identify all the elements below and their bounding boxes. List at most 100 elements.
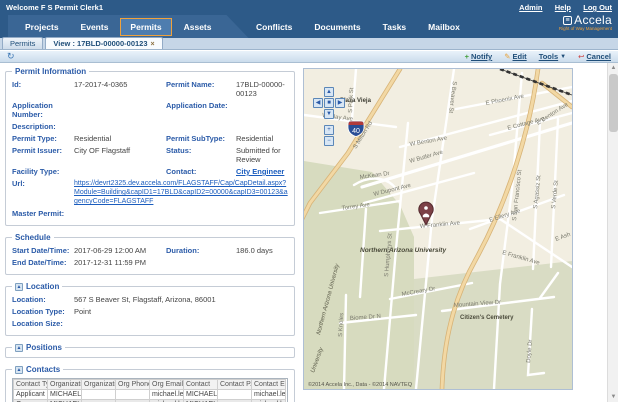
pan-left-icon[interactable]: ◀ — [313, 98, 323, 108]
contact-link[interactable]: City Engineer — [236, 167, 288, 176]
top-bar: Welcome F S Permit Clerk1 Admin Help Log… — [0, 0, 618, 15]
description-label: Description: — [12, 122, 70, 131]
refresh-icon[interactable]: ↻ — [7, 51, 15, 61]
zoom-in-icon[interactable]: + — [324, 125, 334, 135]
accela-logo-text: Accela — [574, 13, 612, 27]
column-header[interactable]: Contact — [184, 380, 218, 390]
column-header[interactable]: Contact Ty... — [14, 380, 48, 390]
cell — [116, 390, 150, 400]
nav-tab-documents[interactable]: Documents — [305, 19, 369, 35]
edit-label: Edit — [513, 52, 527, 61]
zoom-out-icon[interactable]: − — [324, 136, 334, 146]
facility-type-label: Facility Type: — [12, 167, 70, 176]
end-datetime-label: End Date/Time: — [12, 258, 70, 267]
cell: michael.le... — [252, 390, 286, 400]
location-title: Location — [26, 282, 59, 291]
schedule-title: Schedule — [15, 233, 51, 242]
application-number-label: Application Number: — [12, 101, 70, 119]
permit-issuer-value: City OF Flagstaff — [74, 146, 162, 155]
status-label: Status: — [166, 146, 232, 155]
record-toolbar: ↻ + Notify ✎ Edit Tools ▼ ↩ Cancel — [0, 51, 618, 63]
permit-issuer-label: Permit Issuer: — [12, 146, 70, 155]
nav-tab-assets[interactable]: Assets — [175, 19, 221, 35]
collapse-icon[interactable]: ▲ — [15, 283, 23, 291]
edit-button[interactable]: ✎ Edit — [504, 52, 526, 61]
scrollbar-up-icon[interactable]: ▲ — [608, 63, 618, 73]
contact-label: Contact: — [166, 167, 232, 176]
map-pan-control: ▲ ◀ ■ ▶ ▼ — [313, 87, 345, 119]
column-header[interactable]: Org Phone — [116, 380, 150, 390]
column-header[interactable]: Contact P... — [218, 380, 252, 390]
table-row[interactable]: Applicant MICHAEL... michael.le... MICHA… — [14, 390, 286, 400]
permit-type-label: Permit Type: — [12, 134, 70, 143]
collapse-icon[interactable]: ▲ — [15, 344, 23, 352]
nav-tab-tasks[interactable]: Tasks — [374, 19, 415, 35]
subtab-view-permit[interactable]: View : 17BLD-00000-00123× — [45, 37, 162, 49]
location-value: 567 S Beaver St, Flagstaff, Arizona, 860… — [74, 295, 288, 304]
interstate-number: 40 — [352, 128, 360, 135]
subtab-permits[interactable]: Permits — [2, 37, 43, 49]
pan-right-icon[interactable]: ▶ — [335, 98, 345, 108]
permit-url-link[interactable]: https://devrt2325.dev.accela.com/FLAGSTA… — [74, 179, 288, 206]
nav-tab-projects[interactable]: Projects — [16, 19, 68, 35]
nav-tab-mailbox[interactable]: Mailbox — [419, 19, 469, 35]
start-datetime-label: Start Date/Time: — [12, 246, 70, 255]
positions-section: ▲ Positions — [5, 343, 295, 358]
tools-label: Tools — [539, 52, 558, 61]
tools-dropdown-button[interactable]: Tools ▼ — [539, 52, 566, 61]
edit-pencil-icon: ✎ — [504, 53, 510, 61]
location-type-label: Location Type: — [12, 307, 70, 316]
cemetery-area — [414, 261, 572, 389]
id-value: 17-2017-4-0365 — [74, 80, 162, 89]
permit-information-title: Permit Information — [15, 67, 86, 76]
pan-up-icon[interactable]: ▲ — [324, 87, 334, 97]
nav-tab-events[interactable]: Events — [72, 19, 118, 35]
location-label: Location: — [12, 295, 70, 304]
column-header[interactable]: Contact E... — [252, 380, 286, 390]
university-label: Northern Arizona University — [360, 247, 446, 254]
help-link[interactable]: Help — [555, 3, 571, 12]
pan-center-icon[interactable]: ■ — [324, 98, 334, 108]
admin-link[interactable]: Admin — [519, 3, 542, 12]
permit-name-value: 17BLD-00000-00123 — [236, 80, 288, 98]
cancel-button[interactable]: ↩ Cancel — [578, 52, 611, 61]
column-header[interactable]: Organization — [48, 380, 82, 390]
contacts-section: ▲ Contacts Contact Ty... Organization Or… — [5, 365, 295, 402]
street-label: S Knoles — [338, 313, 345, 337]
map-zoom-control: + − — [324, 125, 334, 146]
permit-subtype-value: Residential — [236, 134, 288, 143]
main-nav: Projects Events Permits Assets Conflicts… — [0, 15, 618, 38]
nav-tab-permits[interactable]: Permits — [121, 19, 170, 35]
url-label: Url: — [12, 179, 70, 188]
cell — [82, 390, 116, 400]
map-panel[interactable]: 40 Plaza Vieja W Clay Ave S Milton Rd S … — [303, 68, 573, 390]
pan-down-icon[interactable]: ▼ — [324, 109, 334, 119]
cancel-arrow-icon: ↩ — [578, 53, 584, 61]
location-section: ▲ Location Location: 567 S Beaver St, Fl… — [5, 282, 295, 336]
accela-logo: ≡Accela Right of Way Management — [540, 13, 616, 38]
collapse-icon[interactable]: ▲ — [15, 366, 23, 374]
application-date-label: Application Date: — [166, 101, 232, 110]
cell: michael.le... — [150, 390, 184, 400]
cell: MICHAEL... — [48, 390, 82, 400]
column-header[interactable]: Organizati... — [82, 380, 116, 390]
start-datetime-value: 2017-06-29 12:00 AM — [74, 246, 162, 255]
positions-title: Positions — [26, 343, 62, 352]
notify-label: Notify — [471, 52, 492, 61]
cemetery-label: Citizen's Cemetery — [460, 315, 514, 321]
permit-type-value: Residential — [74, 134, 162, 143]
nav-tab-conflicts[interactable]: Conflicts — [247, 19, 301, 35]
notify-plus-icon: + — [465, 53, 469, 61]
logout-link[interactable]: Log Out — [583, 3, 612, 12]
permit-detail-panel: Permit Information Id: 17-2017-4-0365 Pe… — [0, 63, 300, 402]
location-size-label: Location Size: — [12, 319, 70, 328]
column-header[interactable]: Org Email — [150, 380, 184, 390]
master-permit-label: Master Permit: — [12, 209, 70, 218]
scrollbar-down-icon[interactable]: ▼ — [608, 392, 618, 402]
vertical-scrollbar[interactable]: ▲ ▼ — [607, 63, 618, 402]
contacts-table: Contact Ty... Organization Organizati...… — [13, 379, 286, 402]
nav-tab-group: Projects Events Permits Assets — [8, 15, 249, 38]
scrollbar-thumb[interactable] — [609, 74, 618, 132]
close-icon[interactable]: × — [151, 41, 155, 48]
notify-button[interactable]: + Notify — [465, 52, 493, 61]
